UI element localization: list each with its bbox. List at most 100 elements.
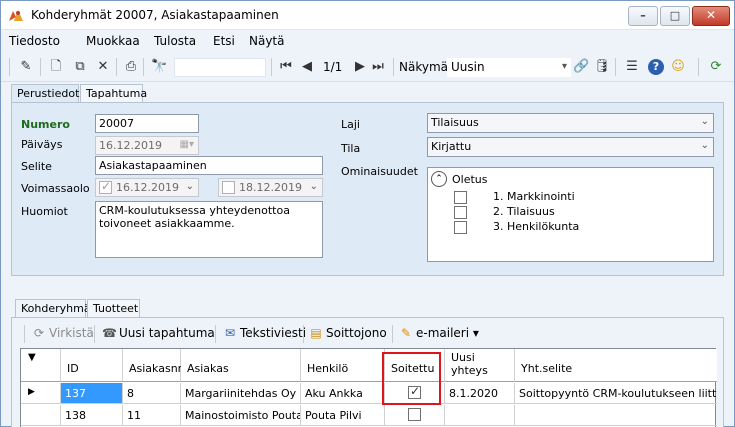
numero-field[interactable]: 20007	[95, 114, 199, 133]
toolbar-grip	[9, 58, 10, 76]
column-header-id-label: ID	[67, 362, 79, 375]
column-header-asiakas[interactable]: Asiakas	[181, 349, 301, 382]
minimize-button[interactable]: –	[628, 6, 658, 26]
row-indicator[interactable]: ▶	[21, 383, 61, 404]
soitettu-checkbox[interactable]	[408, 408, 421, 421]
cell-yht-selite[interactable]: Soittopyyntö CRM-koulutukseen liittyen	[515, 383, 717, 404]
last-record-icon[interactable]: ⏭	[370, 59, 386, 75]
toolbar-separator	[393, 58, 394, 76]
cell-id[interactable]: 138	[61, 405, 123, 426]
collapse-icon[interactable]: ⌃	[431, 171, 447, 187]
menu-nayta[interactable]: Näytä	[249, 34, 285, 48]
minimize-icon: –	[640, 9, 646, 22]
soittojono-button[interactable]: ▤ Soittojono	[309, 326, 387, 340]
toolbar-separator	[116, 58, 117, 76]
record-position: 1/1	[323, 60, 343, 74]
menu-etsi[interactable]: Etsi	[213, 34, 235, 48]
toolbar-separator	[215, 325, 216, 343]
selite-label: Selite	[21, 160, 52, 173]
cell-soitettu[interactable]	[385, 405, 445, 426]
voimassaolo-from-value: 16.12.2019	[116, 181, 179, 194]
toolbar-grip	[24, 325, 25, 343]
refresh-icon[interactable]: ⟳	[708, 59, 724, 75]
cell-asiakasnr[interactable]: 11	[123, 405, 181, 426]
previous-record-icon[interactable]: ◀	[299, 59, 315, 75]
virkista-button: ⟳ Virkistä	[32, 326, 94, 340]
ominaisuudet-box: ⌃ Oletus 1. Markkinointi 2. Tilaisuus 3.…	[427, 167, 714, 262]
column-header-yht-selite[interactable]: Yht.selite	[515, 349, 717, 382]
find-icon[interactable]: 🔭	[151, 59, 167, 75]
first-record-icon[interactable]: ⏮	[278, 59, 294, 75]
toolbar-separator	[143, 58, 144, 76]
tab-tuotteet[interactable]: Tuotteet	[87, 299, 140, 317]
voimassaolo-from-field: ✓ 16.12.2019 ⌄	[95, 178, 199, 197]
column-header-uusi-yhteys[interactable]: Uusi yhteys	[445, 349, 515, 382]
cell-uusi-yhteys[interactable]: 8.1.2020	[445, 383, 515, 404]
column-header-id[interactable]: ID	[61, 349, 123, 382]
search-input[interactable]	[174, 58, 266, 77]
print-icon[interactable]: ⎙	[123, 59, 139, 75]
column-header-henkilo[interactable]: Henkilö	[301, 349, 385, 382]
title-bar: Kohderyhmät 20007, Asiakastapaaminen – □…	[1, 1, 734, 30]
tila-label: Tila	[341, 142, 361, 155]
voimassaolo-from-checkbox: ✓	[99, 179, 112, 194]
toolbar-separator	[271, 58, 272, 76]
main-toolbar: ✎ 🗋 ⧉ ✕ ⎙ 🔭 ⏮ ◀ 1/1 ▶ ⏭ Näkymä Uusin ▾ 🔗…	[1, 52, 734, 82]
tilaisuus-checkbox[interactable]	[454, 206, 467, 219]
link-icon[interactable]: 🔗	[573, 59, 589, 75]
view-select[interactable]: Uusin ▾	[447, 58, 571, 77]
sms-icon: ✉	[224, 326, 236, 340]
uusi-tapahtuma-button[interactable]: ☎ Uusi tapahtuma	[102, 326, 215, 340]
help-icon[interactable]: ?	[648, 59, 664, 75]
tab-kohderyhma[interactable]: Kohderyhmä	[15, 299, 91, 318]
close-button[interactable]: ✕	[692, 6, 730, 26]
soittojono-label: Soittojono	[326, 326, 387, 340]
new-icon[interactable]: 🗋	[48, 59, 64, 75]
cell-asiakas[interactable]: Margariinitehdas Oy	[181, 383, 301, 404]
copy-icon[interactable]: ⧉	[72, 59, 88, 75]
chevron-down-icon: ⌄	[309, 181, 318, 192]
voimassaolo-to-value: 18.12.2019	[239, 181, 302, 194]
cell-henkilo[interactable]: Pouta Pilvi	[301, 405, 385, 426]
column-header-asiakasnr[interactable]: Asiakasnr	[123, 349, 182, 382]
virkista-label: Virkistä	[49, 326, 94, 340]
edit-icon[interactable]: ✎	[18, 59, 34, 75]
row-header-corner[interactable]: ▼	[21, 349, 61, 382]
close-icon: ✕	[705, 8, 717, 22]
cell-yht-selite[interactable]	[515, 405, 717, 426]
row-indicator[interactable]	[21, 405, 61, 426]
tila-select[interactable]: Kirjattu ⌄	[427, 137, 714, 157]
chevron-down-icon: ▾	[561, 61, 567, 72]
menu-tulosta[interactable]: Tulosta	[154, 34, 196, 48]
huomiot-label: Huomiot	[21, 205, 68, 218]
new-event-icon: ☎	[102, 326, 117, 340]
cell-henkilo[interactable]: Aku Ankka	[301, 383, 385, 404]
markkinointi-checkbox[interactable]	[454, 191, 467, 204]
menu-muokkaa[interactable]: Muokkaa	[86, 34, 140, 48]
menu-tiedosto[interactable]: Tiedosto	[9, 34, 60, 48]
laji-select[interactable]: Tilaisuus ⌄	[427, 113, 714, 133]
chevron-down-icon: ⌄	[185, 181, 194, 192]
uusi-tapahtuma-label: Uusi tapahtuma	[119, 326, 215, 340]
selite-field[interactable]: Asiakastapaaminen	[95, 156, 323, 175]
cell-asiakasnr[interactable]: 8	[123, 383, 181, 404]
chevron-down-icon: ⌄	[700, 140, 709, 151]
delete-icon[interactable]: ✕	[95, 59, 111, 75]
maximize-button[interactable]: □	[660, 6, 690, 26]
emaileri-button[interactable]: ✎ e-maileri ▾	[399, 326, 479, 340]
user-icon[interactable]: ☺	[670, 59, 686, 75]
tila-value: Kirjattu	[431, 140, 472, 153]
tekstiviesti-button[interactable]: ✉ Tekstiviesti	[223, 326, 306, 340]
numero-label: Numero	[21, 118, 70, 131]
tab-tapahtuma[interactable]: Tapahtuma	[80, 84, 147, 102]
huomiot-field[interactable]: CRM-koulutuksessa yhteydenottoa toivonee…	[95, 201, 323, 258]
cell-uusi-yhteys[interactable]	[445, 405, 515, 426]
column-header-henkilo-label: Henkilö	[307, 362, 349, 375]
tab-perustiedot[interactable]: Perustiedot	[11, 84, 79, 103]
cell-asiakas[interactable]: Mainostoimisto Pouta ...	[181, 405, 301, 426]
list-icon[interactable]: ☰	[624, 59, 640, 75]
database-icon[interactable]: 🛢	[594, 59, 611, 75]
cell-id[interactable]: 137	[61, 383, 123, 404]
henkilokunta-checkbox[interactable]	[454, 221, 467, 234]
next-record-icon[interactable]: ▶	[352, 59, 368, 75]
